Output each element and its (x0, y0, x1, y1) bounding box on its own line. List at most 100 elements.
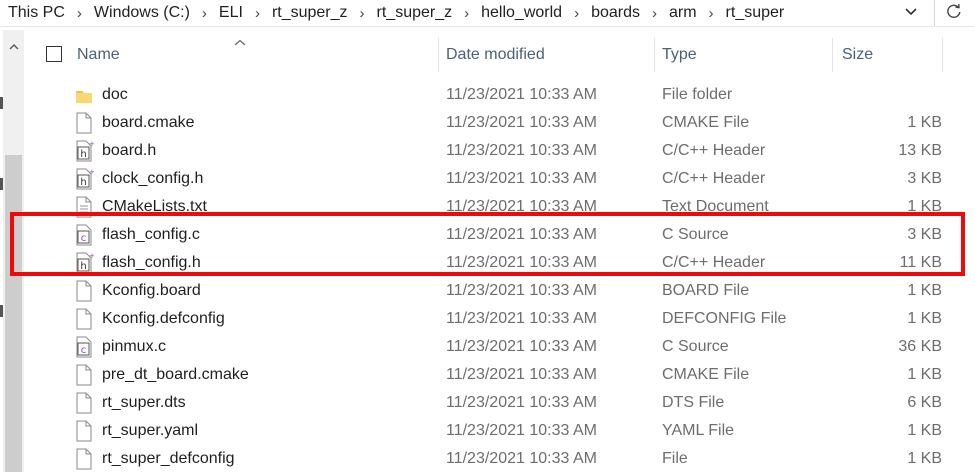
file-type: Text Document (662, 198, 769, 215)
file-icon (74, 447, 94, 471)
file-row[interactable]: rt_super.dts 11/23/2021 10:33 AM DTS File 6… (24, 389, 975, 417)
file-date-modified: 11/23/2021 10:33 AM (446, 338, 597, 355)
breadcrumb-item[interactable]: hello_world (479, 4, 564, 22)
file-size: 36 KB (898, 338, 942, 355)
breadcrumb: This PC › Windows (C:) › ELI › rt_super_z › rt_s… (6, 0, 786, 26)
file-row[interactable]: Kconfig.defconfig 11/23/2021 10:33 AM DEFC… (24, 305, 975, 333)
header-file-icon: h++ (74, 167, 101, 191)
folder-icon (74, 83, 94, 107)
file-row[interactable]: h++flash_config.h11/23/2021 10:33 AMC/C+… (24, 249, 975, 277)
refresh-button[interactable] (936, 0, 972, 26)
file-date-modified: 11/23/2021 10:33 AM (446, 450, 597, 467)
breadcrumb-item[interactable]: This PC (6, 4, 67, 22)
column-divider[interactable] (654, 38, 655, 72)
file-type: C/C++ Header (662, 254, 766, 271)
file-size: 1 KB (907, 450, 942, 467)
breadcrumb-separator-icon[interactable]: › (652, 5, 657, 22)
breadcrumb-separator-icon[interactable]: › (360, 5, 365, 22)
svg-text:++: ++ (89, 140, 94, 148)
svg-text:++: ++ (89, 252, 94, 260)
breadcrumb-separator-icon[interactable]: › (709, 5, 714, 22)
breadcrumb-item[interactable]: rt_super_z (270, 4, 350, 22)
address-bar[interactable]: This PC › Windows (C:) › ELI › rt_super_z › rt_s… (0, 0, 975, 27)
file-name: rt_super.yaml (102, 422, 199, 439)
file-name: rt_super.dts (102, 394, 186, 411)
chevron-down-icon (904, 4, 918, 22)
file-row[interactable]: board.cmake 11/23/2021 10:33 AM CMAKE File… (24, 109, 975, 137)
file-size: 1 KB (907, 282, 942, 299)
file-date-modified: 11/23/2021 10:33 AM (446, 422, 597, 439)
breadcrumb-separator-icon[interactable]: › (202, 5, 207, 22)
file-date-modified: 11/23/2021 10:33 AM (446, 282, 597, 299)
column-header-name[interactable]: Name (77, 30, 120, 80)
breadcrumb-item[interactable]: ELI (217, 4, 245, 22)
file-type: CMAKE File (662, 114, 750, 131)
column-header-date[interactable]: Date modified (446, 30, 545, 80)
file-date-modified: 11/23/2021 10:33 AM (446, 366, 597, 383)
file-size: 6 KB (907, 394, 942, 411)
file-date-modified: 11/23/2021 10:33 AM (446, 114, 597, 131)
file-row[interactable]: rt_super_defconfig 11/23/2021 10:33 AM Fil… (24, 445, 975, 473)
address-divider (934, 0, 935, 26)
breadcrumb-item[interactable]: rt_super_z (375, 4, 455, 22)
column-divider[interactable] (942, 38, 943, 72)
scroll-up-button[interactable] (3, 38, 24, 56)
file-date-modified: 11/23/2021 10:33 AM (446, 198, 597, 215)
file-size: 1 KB (907, 114, 942, 131)
file-size: 1 KB (907, 198, 942, 215)
breadcrumb-item[interactable]: Windows (C:) (92, 4, 192, 22)
file-row[interactable]: h++board.h11/23/2021 10:33 AMC/C++ Heade… (24, 137, 975, 165)
column-header: Name Date modified Type Size (24, 30, 975, 80)
file-name: pinmux.c (102, 338, 167, 355)
breadcrumb-item[interactable]: arm (667, 4, 699, 22)
sort-ascending-icon (234, 34, 246, 52)
column-divider[interactable] (832, 38, 833, 72)
file-type: BOARD File (662, 282, 750, 299)
select-all-checkbox[interactable] (46, 46, 62, 62)
scrollbar-thumb[interactable] (5, 155, 22, 472)
column-header-size[interactable]: Size (842, 30, 873, 80)
svg-text:h: h (80, 149, 86, 160)
file-row[interactable]: Kconfig.board 11/23/2021 10:33 AM BOARD Fi… (24, 277, 975, 305)
file-name: flash_config.h (102, 254, 201, 271)
column-divider[interactable] (438, 38, 439, 72)
file-date-modified: 11/23/2021 10:33 AM (446, 394, 597, 411)
file-type: DTS File (662, 394, 725, 411)
breadcrumb-separator-icon[interactable]: › (574, 5, 579, 22)
file-size: 3 KB (907, 226, 942, 243)
file-row[interactable]: CMakeLists.txt 11/23/2021 10:33 AM Text Do… (24, 193, 975, 221)
file-size (834, 81, 942, 109)
file-name: flash_config.c (102, 226, 200, 243)
file-row[interactable]: c flash_config.c 11/23/2021 10:33 AM C Sour… (24, 221, 975, 249)
file-row[interactable]: pre_dt_board.cmake 11/23/2021 10:33 AM CMA… (24, 361, 975, 389)
file-icon (74, 391, 94, 415)
column-header-type[interactable]: Type (662, 30, 697, 80)
breadcrumb-separator-icon[interactable]: › (77, 5, 82, 22)
address-dropdown-button[interactable] (896, 0, 926, 26)
file-icon (74, 419, 94, 443)
file-type: C Source (662, 338, 729, 355)
breadcrumb-item[interactable]: boards (589, 4, 642, 22)
breadcrumb-separator-icon[interactable]: › (464, 5, 469, 22)
header-file-icon: h++ (74, 139, 101, 163)
file-name: clock_config.h (102, 170, 204, 187)
file-row[interactable]: doc 11/23/2021 10:33 AM File folder (24, 81, 975, 109)
file-icon (74, 279, 94, 303)
svg-text:c: c (81, 233, 87, 244)
file-row[interactable]: c pinmux.c 11/23/2021 10:33 AM C Source 36 K… (24, 333, 975, 361)
svg-text:h: h (80, 177, 86, 188)
file-name: pre_dt_board.cmake (102, 366, 249, 383)
header-file-icon: h++ (74, 251, 101, 275)
file-name: doc (102, 86, 128, 103)
c-source-file-icon: c (74, 223, 94, 247)
file-date-modified: 11/23/2021 10:33 AM (446, 226, 597, 243)
file-icon (74, 363, 94, 387)
file-name: Kconfig.defconfig (102, 310, 225, 327)
breadcrumb-item[interactable]: rt_super (724, 4, 787, 22)
breadcrumb-separator-icon[interactable]: › (255, 5, 260, 22)
c-source-file-icon: c (74, 335, 94, 359)
file-row[interactable]: rt_super.yaml 11/23/2021 10:33 AM YAML Fil… (24, 417, 975, 445)
file-icon (74, 307, 94, 331)
file-row[interactable]: h++clock_config.h11/23/2021 10:33 AMC/C+… (24, 165, 975, 193)
file-type: C/C++ Header (662, 142, 766, 159)
